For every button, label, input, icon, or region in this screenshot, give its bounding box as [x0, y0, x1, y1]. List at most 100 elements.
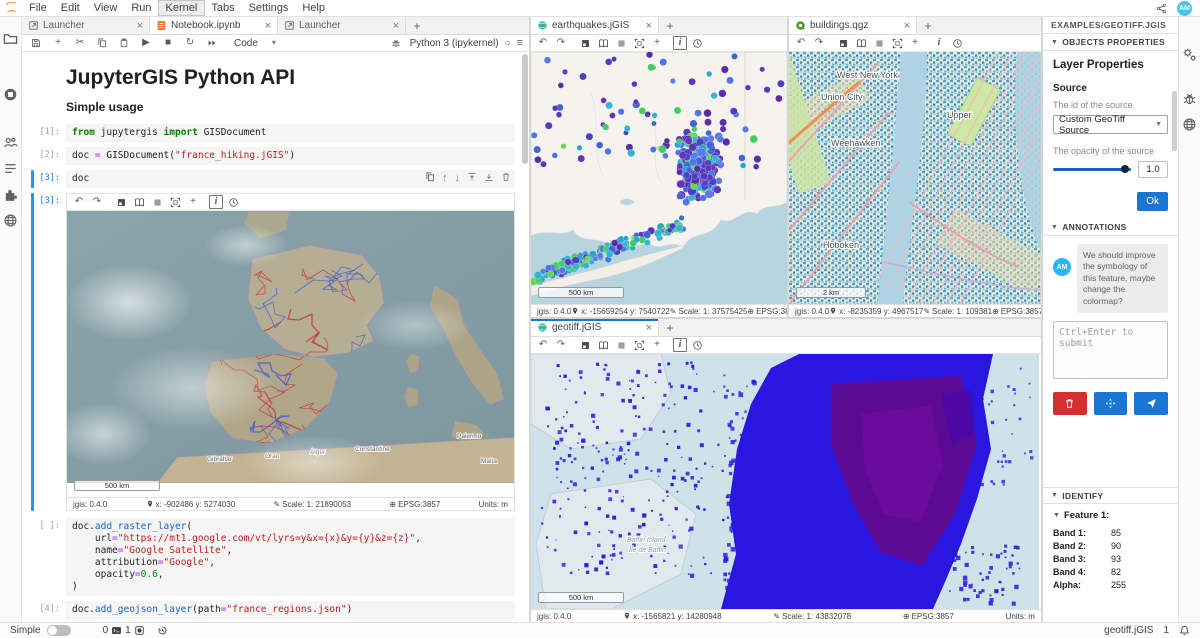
jgis-map-widget[interactable]: ↶ ↷ + i	[66, 193, 515, 511]
temporal-icon[interactable]	[689, 36, 705, 50]
delete-annotation-button[interactable]	[1053, 392, 1087, 415]
new-tab-button[interactable]: +	[406, 17, 428, 34]
layers-icon[interactable]	[577, 338, 593, 352]
identify-icon[interactable]: i	[673, 338, 687, 352]
duplicate-cell-icon[interactable]	[425, 172, 435, 185]
code-editor[interactable]: doc.add_raster_layer( url="https://mt1.g…	[72, 521, 509, 593]
basemap-icon[interactable]	[853, 36, 869, 50]
file-browser-icon[interactable]	[0, 25, 22, 51]
add-layer-icon[interactable]: +	[649, 36, 665, 50]
submit-annotation-button[interactable]	[1134, 392, 1168, 415]
run-all-button[interactable]	[204, 36, 220, 50]
code-cell-1[interactable]: [1]: from jupytergis import GISDocument	[26, 124, 515, 142]
menu-view[interactable]: View	[87, 1, 125, 15]
share-icon[interactable]	[1153, 1, 1169, 15]
simple-mode-toggle[interactable]	[47, 625, 71, 636]
layers-icon[interactable]	[113, 195, 129, 209]
run-cell-button[interactable]: ▶	[138, 36, 154, 50]
collaborators-icon[interactable]	[0, 129, 22, 155]
menu-tabs[interactable]: Tabs	[204, 1, 241, 15]
stop-kernel-button[interactable]: ■	[160, 36, 176, 50]
center-on-annotation-button[interactable]	[1094, 392, 1128, 415]
zoom-extent-icon[interactable]	[631, 338, 647, 352]
france-map[interactable]: Gibraltar Oran Alger Constantine Palermo…	[67, 211, 514, 497]
redo-icon[interactable]: ↷	[553, 36, 569, 50]
basemap-icon[interactable]	[131, 195, 147, 209]
tab-launcher-1[interactable]: Launcher ×	[22, 17, 150, 34]
geotiff-map[interactable]: Baffin Island Île de Baffin 500 km	[531, 354, 1041, 609]
undo-icon[interactable]: ↶	[793, 36, 809, 50]
identify-icon[interactable]: i	[931, 36, 947, 50]
kernel-status-icon[interactable]: ○	[505, 38, 511, 49]
symbology-icon[interactable]	[871, 36, 887, 50]
move-cell-up-icon[interactable]: ↑	[442, 172, 448, 185]
redo-icon[interactable]: ↷	[89, 195, 105, 209]
symbology-icon[interactable]	[613, 338, 629, 352]
jupytergis-panel-icon[interactable]	[0, 207, 22, 233]
menu-kernel[interactable]: Kernel	[159, 1, 205, 15]
tab-notebook-ipynb[interactable]: Notebook.ipynb ×	[150, 17, 278, 34]
menu-edit[interactable]: Edit	[54, 1, 87, 15]
toolbar-menu-icon[interactable]: ≡	[517, 37, 523, 49]
zoom-extent-icon[interactable]	[889, 36, 905, 50]
annotations-section-header[interactable]: ▼ Annotations	[1043, 219, 1178, 236]
menu-settings[interactable]: Settings	[242, 1, 296, 15]
layers-icon[interactable]	[835, 36, 851, 50]
opacity-slider[interactable]	[1053, 168, 1131, 171]
slider-thumb[interactable]	[1121, 165, 1129, 173]
insert-cell-above-icon[interactable]	[467, 172, 477, 185]
restart-kernel-button[interactable]: ↻	[182, 36, 198, 50]
bell-icon[interactable]	[1179, 625, 1190, 636]
tab-geotiff[interactable]: geotiff.jGIS ×	[531, 319, 659, 336]
redo-icon[interactable]: ↷	[553, 338, 569, 352]
extension-manager-icon[interactable]	[0, 181, 22, 207]
source-select[interactable]: Custom GeoTiff Source ▼	[1053, 115, 1168, 134]
identify-icon[interactable]: i	[209, 195, 223, 209]
delete-cell-icon[interactable]	[501, 172, 511, 185]
move-cell-down-icon[interactable]: ↓	[455, 172, 461, 185]
new-tab-button[interactable]: +	[917, 17, 939, 34]
running-sessions-icon[interactable]	[0, 81, 22, 107]
notebook-scrollbar[interactable]	[522, 54, 528, 620]
code-editor[interactable]: from jupytergis import GISDocument	[72, 127, 509, 139]
kernel-name[interactable]: Python 3 (ipykernel)	[410, 38, 499, 49]
jupytergis-panel-icon[interactable]	[1179, 111, 1200, 137]
debugger-icon[interactable]	[388, 36, 404, 50]
save-button[interactable]	[28, 36, 44, 50]
user-avatar[interactable]: AM	[1177, 1, 1192, 16]
undo-icon[interactable]: ↶	[71, 195, 87, 209]
table-of-contents-icon[interactable]	[0, 155, 22, 181]
zoom-extent-icon[interactable]	[167, 195, 183, 209]
tab-earthquakes[interactable]: earthquakes.jGIS ×	[531, 17, 659, 34]
add-layer-icon[interactable]: +	[649, 338, 665, 352]
menu-file[interactable]: File	[22, 1, 54, 15]
code-cell-2[interactable]: [2]: doc = GISDocument("france_hiking.jG…	[26, 147, 515, 165]
temporal-icon[interactable]	[689, 338, 705, 352]
undo-icon[interactable]: ↶	[535, 36, 551, 50]
ok-button[interactable]: Ok	[1137, 192, 1168, 211]
close-icon[interactable]: ×	[904, 20, 910, 32]
menu-help[interactable]: Help	[295, 1, 332, 15]
close-icon[interactable]: ×	[646, 20, 652, 32]
earthquakes-map[interactable]: 500 km	[531, 52, 787, 304]
identify-icon[interactable]: i	[673, 36, 687, 50]
basemap-icon[interactable]	[595, 338, 611, 352]
temporal-icon[interactable]	[949, 36, 965, 50]
code-cell-3[interactable]: [3]: doc ↑ ↓	[26, 170, 515, 188]
close-icon[interactable]: ×	[646, 322, 652, 334]
temporal-icon[interactable]	[225, 195, 241, 209]
buildings-map[interactable]: West New York Union City Weehawken Hobok…	[789, 52, 1041, 304]
new-tab-button[interactable]: +	[659, 17, 681, 34]
redo-icon[interactable]: ↷	[811, 36, 827, 50]
debugger-panel-icon[interactable]	[1179, 85, 1200, 111]
insert-cell-below-icon[interactable]	[484, 172, 494, 185]
add-layer-icon[interactable]: +	[185, 195, 201, 209]
identify-section-header[interactable]: ▼ Identify	[1043, 487, 1178, 504]
close-icon[interactable]: ×	[137, 20, 143, 32]
menu-run[interactable]: Run	[124, 1, 158, 15]
symbology-icon[interactable]	[613, 36, 629, 50]
basemap-icon[interactable]	[595, 36, 611, 50]
close-icon[interactable]: ×	[393, 20, 399, 32]
opacity-value-input[interactable]: 1.0	[1138, 161, 1168, 178]
panel-scrollbar[interactable]	[1172, 91, 1177, 241]
